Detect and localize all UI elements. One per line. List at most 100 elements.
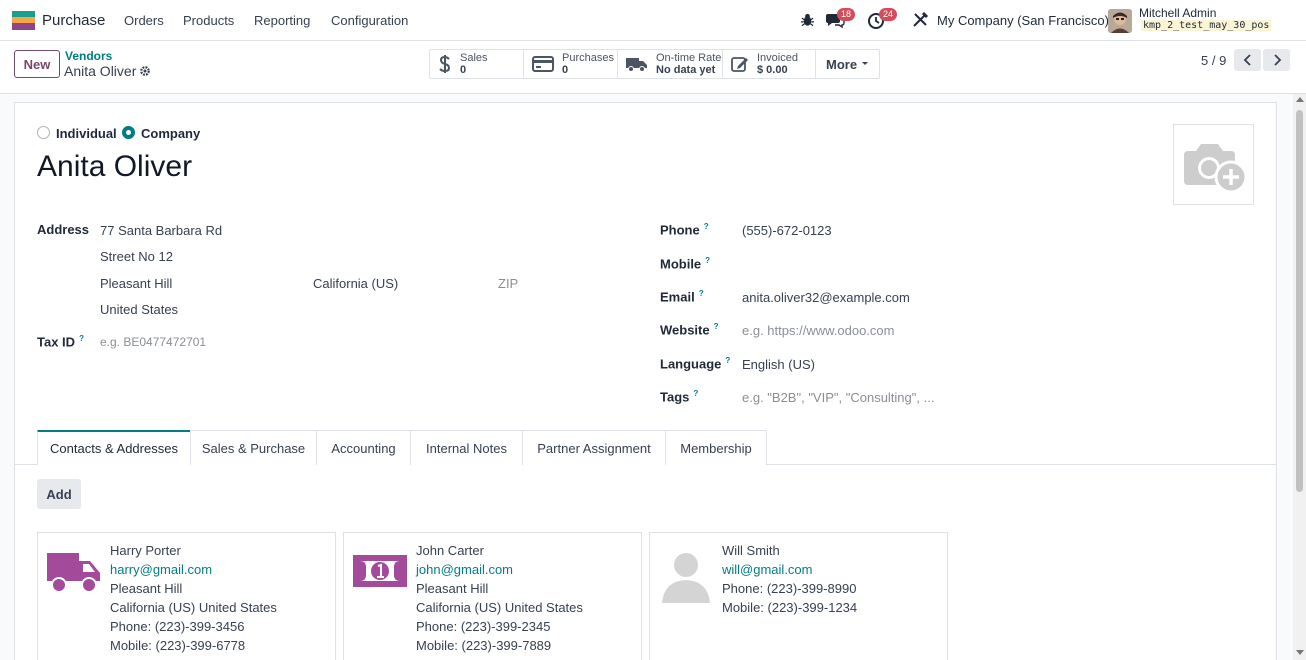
smart-value: No data yet (656, 64, 716, 76)
bug-icon[interactable] (800, 11, 815, 29)
add-contact-button[interactable]: Add (37, 479, 81, 509)
website-field[interactable]: e.g. https://www.odoo.com (742, 323, 894, 338)
radio-company[interactable] (122, 126, 135, 139)
menu-products[interactable]: Products (183, 13, 234, 28)
tab-contacts-addresses[interactable]: Contacts & Addresses (37, 430, 191, 465)
website-label: Website? (660, 322, 719, 337)
menu-reporting[interactable]: Reporting (254, 13, 310, 28)
pencil-square-icon (731, 57, 748, 72)
user-avatar[interactable] (1108, 9, 1132, 33)
language-field[interactable]: English (US) (742, 357, 815, 372)
mobile-label-text: Mobile (660, 256, 702, 272)
state-field[interactable]: California (US) (313, 276, 398, 291)
tab-sales-purchase[interactable]: Sales & Purchase (190, 430, 317, 465)
radio-individual[interactable] (37, 126, 50, 139)
smart-label: Purchases (562, 52, 614, 64)
pager-previous-button[interactable] (1234, 49, 1261, 71)
new-button[interactable]: New (14, 50, 60, 78)
activity-badge: 24 (879, 8, 898, 21)
phone-label-text: Phone (660, 222, 700, 238)
smart-value: 0 (562, 64, 569, 76)
tax-id-field[interactable]: e.g. BE0477472701 (100, 335, 206, 349)
dollar-icon (439, 55, 451, 73)
pager-value[interactable]: 5 / 9 (1201, 53, 1226, 68)
contact-name: Will Smith (722, 543, 780, 558)
money-bill-icon (353, 555, 407, 587)
contact-name: John Carter (416, 543, 484, 558)
tab-partner-assignment[interactable]: Partner Assignment (522, 430, 666, 465)
tags-label-text: Tags (660, 389, 690, 405)
smart-button-sales[interactable]: Sales 0 (430, 50, 524, 78)
breadcrumb-vendors[interactable]: Vendors (65, 49, 112, 63)
purchase-app-icon[interactable] (12, 11, 35, 30)
email-field[interactable]: anita.oliver32@example.com (742, 290, 910, 305)
contact-phone: Phone: (223)-399-8990 (722, 581, 857, 596)
control-panel: New Vendors Anita Oliver Sales 0 Purchas… (0, 41, 1306, 94)
help-tooltip-icon[interactable]: ? (704, 222, 709, 231)
contact-city: Pleasant Hill (110, 581, 183, 596)
contact-name: Harry Porter (110, 543, 181, 558)
chevron-right-icon (1273, 54, 1281, 66)
street2-field[interactable]: Street No 12 (100, 249, 173, 264)
contact-email[interactable]: harry@gmail.com (110, 562, 212, 577)
contact-mobile: Mobile: (223)-399-1234 (722, 600, 858, 615)
help-tooltip-icon[interactable]: ? (699, 289, 704, 298)
tax-id-label: Tax ID? (37, 334, 84, 349)
phone-field[interactable]: (555)-672-0123 (742, 223, 832, 238)
city-field[interactable]: Pleasant Hill (100, 276, 172, 291)
truck-icon (47, 553, 100, 593)
language-label-text: Language (660, 356, 722, 372)
contact-email[interactable]: john@gmail.com (416, 562, 513, 577)
tab-membership[interactable]: Membership (665, 430, 767, 465)
smart-label: Sales (460, 52, 488, 64)
help-tooltip-icon[interactable]: ? (693, 389, 698, 398)
zip-field[interactable]: ZIP (498, 276, 518, 291)
avatar-image (1108, 9, 1132, 33)
smart-button-invoiced[interactable]: Invoiced $ 0.00 (723, 50, 816, 78)
pager-next-button[interactable] (1263, 49, 1290, 71)
tools-icon[interactable] (910, 11, 930, 29)
scroll-up-arrow-icon[interactable] (1296, 97, 1304, 102)
country-field[interactable]: United States (100, 302, 178, 317)
contact-card[interactable]: Harry Porter harry@gmail.com Pleasant Hi… (37, 532, 336, 660)
scroll-down-arrow-icon[interactable] (1296, 650, 1304, 655)
tab-internal-notes[interactable]: Internal Notes (410, 430, 523, 465)
smart-value: 0 (460, 64, 467, 76)
company-switcher[interactable]: My Company (San Francisco) (937, 13, 1109, 28)
scrollbar-thumb[interactable] (1296, 110, 1303, 492)
app-name[interactable]: Purchase (42, 12, 105, 29)
email-label-text: Email (660, 289, 695, 305)
language-label: Language? (660, 356, 730, 371)
smart-value: $ 0.00 (757, 64, 788, 76)
smart-label: On-time Rate (656, 52, 722, 64)
gear-icon[interactable] (139, 65, 151, 77)
smart-button-purchases[interactable]: Purchases 0 (524, 50, 618, 78)
menu-configuration[interactable]: Configuration (331, 13, 408, 28)
email-label: Email? (660, 289, 704, 304)
database-name: kmp_2_test_may_30_pos (1141, 20, 1272, 31)
radio-company-label[interactable]: Company (141, 126, 200, 141)
top-navbar: Purchase Orders Products Reporting Confi… (0, 0, 1306, 41)
user-name[interactable]: Mitchell Admin (1139, 6, 1216, 20)
help-tooltip-icon[interactable]: ? (714, 322, 719, 331)
help-tooltip-icon[interactable]: ? (705, 256, 710, 265)
address-label: Address (37, 222, 90, 237)
more-button[interactable]: More (816, 50, 879, 78)
tab-accounting[interactable]: Accounting (316, 430, 411, 465)
partner-name-field[interactable]: Anita Oliver (37, 150, 192, 184)
contact-card[interactable]: John Carter john@gmail.com Pleasant Hill… (343, 532, 642, 660)
contact-phone: Phone: (223)-399-3456 (110, 619, 245, 634)
street-field[interactable]: 77 Santa Barbara Rd (100, 223, 222, 238)
help-tooltip-icon[interactable]: ? (79, 334, 84, 343)
partner-image-upload[interactable] (1173, 124, 1254, 205)
help-tooltip-icon[interactable]: ? (725, 356, 730, 365)
website-label-text: Website (660, 322, 710, 338)
more-label: More (826, 56, 858, 72)
tags-field[interactable]: e.g. "B2B", "VIP", "Consulting", ... (742, 390, 934, 405)
contact-email[interactable]: will@gmail.com (722, 562, 813, 577)
radio-individual-label[interactable]: Individual (56, 126, 117, 141)
contact-mobile: Mobile: (223)-399-6778 (110, 638, 246, 653)
smart-button-ontime-rate[interactable]: On-time Rate No data yet (618, 50, 723, 78)
menu-orders[interactable]: Orders (124, 13, 164, 28)
contact-card[interactable]: Will Smith will@gmail.com Phone: (223)-3… (649, 532, 948, 660)
